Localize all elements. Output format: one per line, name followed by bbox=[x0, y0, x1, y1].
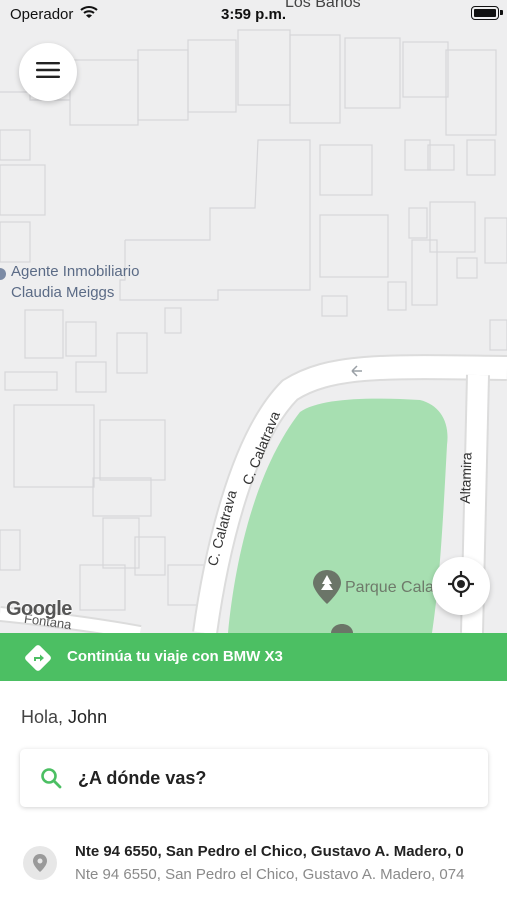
recent-address-item[interactable]: Nte 94 6550, San Pedro el Chico, Gustavo… bbox=[0, 831, 507, 891]
directions-icon bbox=[24, 644, 52, 677]
location-pin-icon bbox=[23, 846, 57, 880]
search-placeholder: ¿A dónde vas? bbox=[78, 768, 207, 788]
map-graphics bbox=[0, 29, 507, 633]
recent-address-title: Nte 94 6550, San Pedro el Chico, Gustavo… bbox=[75, 843, 464, 860]
park-label[interactable]: Parque Cala bbox=[345, 577, 434, 598]
continue-trip-text: Continúa tu viaje con BMW X3 bbox=[67, 648, 283, 665]
my-location-icon bbox=[447, 570, 475, 603]
search-icon bbox=[40, 767, 62, 794]
status-bar: Operador 3:59 p.m. bbox=[0, 0, 507, 28]
recent-address-subtitle: Nte 94 6550, San Pedro el Chico, Gustavo… bbox=[75, 866, 465, 883]
google-logo: Google bbox=[6, 598, 72, 620]
clock: 3:59 p.m. bbox=[220, 6, 287, 23]
greeting: Hola, John bbox=[21, 707, 107, 728]
bottom-sheet: Hola, John ¿A dónde vas? Nte 94 6550, Sa… bbox=[0, 681, 507, 900]
hamburger-menu-icon bbox=[36, 61, 60, 84]
map-view[interactable]: Los Baños Agente Inmobiliario Claudia Me… bbox=[0, 0, 507, 633]
street-label-altamira: Altamira bbox=[456, 452, 475, 504]
my-location-button[interactable] bbox=[432, 557, 490, 615]
battery-icon bbox=[471, 6, 503, 20]
user-name: John bbox=[68, 707, 108, 727]
destination-search-box[interactable]: ¿A dónde vas? bbox=[20, 749, 488, 807]
poi-label[interactable]: Claudia Meiggs bbox=[11, 282, 114, 303]
greeting-prefix: Hola, bbox=[21, 707, 64, 727]
continue-trip-banner[interactable]: Continúa tu viaje con BMW X3 bbox=[0, 633, 507, 681]
poi-label[interactable]: Agente Inmobiliario bbox=[11, 261, 139, 282]
menu-button[interactable] bbox=[19, 43, 77, 101]
